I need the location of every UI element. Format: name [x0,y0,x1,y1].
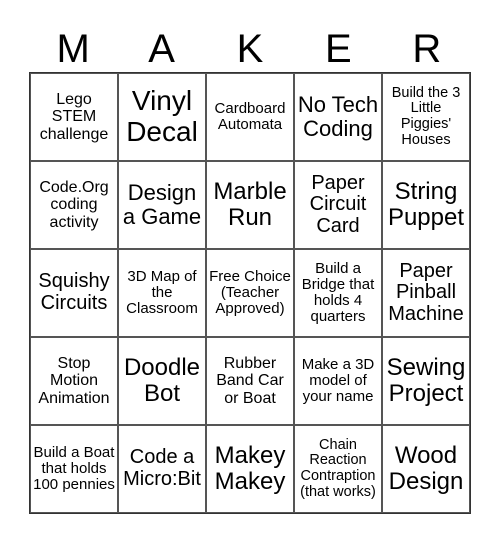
bingo-cell[interactable]: Chain Reaction Contraption (that works) [294,425,382,513]
bingo-grid: Lego STEM challenge Vinyl Decal Cardboar… [29,72,471,514]
bingo-cell[interactable]: Build a Boat that holds 100 pennies [30,425,118,513]
bingo-header: M A K E R [29,26,471,72]
bingo-cell[interactable]: Vinyl Decal [118,73,206,161]
bingo-cell[interactable]: No Tech Coding [294,73,382,161]
bingo-cell[interactable]: Doodle Bot [118,337,206,425]
header-letter-e: E [325,27,352,71]
bingo-cell free-space[interactable]: Free Choice (Teacher Approved) [206,249,294,337]
header-letter-k: K [236,27,264,71]
bingo-cell[interactable]: Code.Org coding activity [30,161,118,249]
bingo-cell[interactable]: Rubber Band Car or Boat [206,337,294,425]
bingo-cell[interactable]: Make a 3D model of your name [294,337,382,425]
bingo-cell[interactable]: Code a Micro:Bit [118,425,206,513]
bingo-cell[interactable]: Build a Bridge that holds 4 quarters [294,249,382,337]
bingo-cell[interactable]: String Puppet [382,161,470,249]
bingo-cell[interactable]: Makey Makey [206,425,294,513]
bingo-cell[interactable]: Squishy Circuits [30,249,118,337]
bingo-cell[interactable]: Sewing Project [382,337,470,425]
bingo-cell[interactable]: Stop Motion Animation [30,337,118,425]
bingo-cell[interactable]: 3D Map of the Classroom [118,249,206,337]
header-letter-a: A [148,27,175,71]
header-letter-m: M [56,27,90,71]
header-letter-r: R [412,27,442,71]
bingo-cell[interactable]: Paper Circuit Card [294,161,382,249]
bingo-cell[interactable]: Build the 3 Little Piggies' Houses [382,73,470,161]
bingo-cell[interactable]: Lego STEM challenge [30,73,118,161]
bingo-cell[interactable]: Wood Design [382,425,470,513]
bingo-cell[interactable]: Paper Pinball Machine [382,249,470,337]
bingo-cell[interactable]: Marble Run [206,161,294,249]
bingo-cell[interactable]: Design a Game [118,161,206,249]
bingo-cell[interactable]: Cardboard Automata [206,73,294,161]
